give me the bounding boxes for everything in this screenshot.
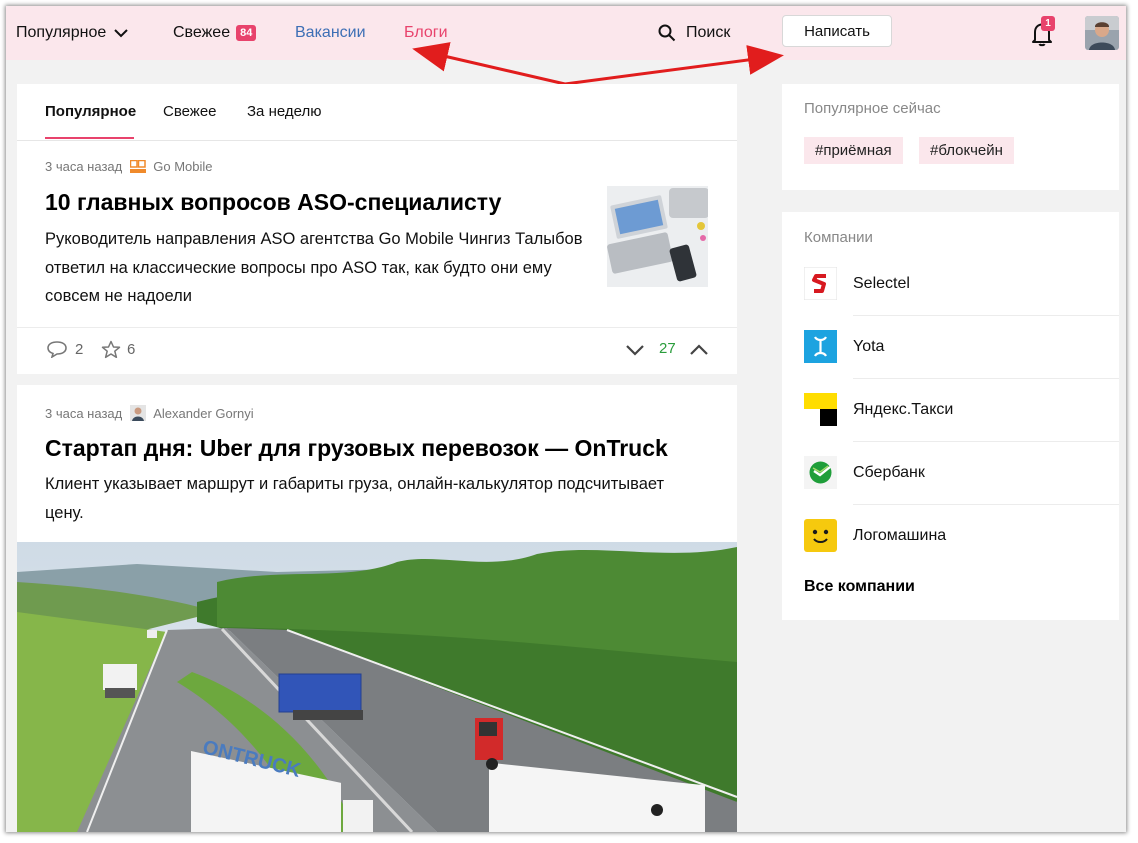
selectel-logo-icon: [804, 267, 837, 300]
comments-button[interactable]: 2: [45, 340, 83, 358]
post-title[interactable]: Стартап дня: Uber для грузовых перевозок…: [45, 435, 668, 462]
company-sberbank[interactable]: Сбербанк: [804, 441, 1119, 504]
all-companies-link[interactable]: Все компании: [804, 578, 915, 596]
popular-now-card: Популярное сейчас #приёмная #блокчейн: [782, 84, 1119, 190]
vacancies-link[interactable]: Вакансии: [295, 6, 366, 60]
search-icon: [658, 24, 676, 42]
feed-card: 3 часа назад Alexander Gornyi Стартап дн…: [17, 385, 737, 832]
sberbank-logo-icon: [804, 456, 837, 489]
tab-fresh[interactable]: Свежее: [163, 103, 217, 120]
favorites-count: 6: [127, 341, 136, 358]
blogs-link[interactable]: Блоги: [404, 6, 448, 60]
post-time[interactable]: 3 часа назад: [45, 406, 122, 421]
tag-blockchain[interactable]: #блокчейн: [919, 137, 1014, 164]
fresh-count-badge: 84: [236, 25, 257, 41]
avatar[interactable]: [1085, 16, 1119, 50]
companies-card: Компании Selectel Yota Яндекс.Такси Сбер…: [782, 212, 1119, 620]
write-button[interactable]: Написать: [782, 15, 892, 47]
app-window: Популярное Свежее 84 Вакансии Блоги Поис…: [6, 6, 1126, 832]
comments-count: 2: [75, 340, 84, 358]
notifications-badge: 1: [1041, 16, 1055, 31]
post-author[interactable]: Alexander Gornyi: [130, 405, 254, 421]
companies-title: Компании: [804, 229, 873, 246]
post-lead: Клиент указывает маршрут и габариты груз…: [45, 475, 665, 522]
yandex-taxi-logo-icon: [804, 393, 837, 426]
go-mobile-logo-icon: [130, 159, 147, 173]
fresh-link-label: Свежее: [173, 24, 231, 41]
post-meta: 3 часа назад Go Mobile: [45, 159, 212, 174]
rating-value: 27: [659, 340, 676, 357]
company-name: Логомашина: [853, 526, 947, 544]
search-button[interactable]: Поиск: [658, 6, 730, 60]
post-meta: 3 часа назад Alexander Gornyi: [45, 405, 254, 421]
top-header: Популярное Свежее 84 Вакансии Блоги Поис…: [6, 6, 1126, 60]
company-yota[interactable]: Yota: [804, 315, 1119, 378]
post-author-name: Go Mobile: [153, 159, 213, 174]
company-name: Yota: [853, 337, 885, 355]
divider: [17, 327, 737, 328]
company-name: Сбербанк: [853, 463, 925, 481]
post-author-name: Alexander Gornyi: [153, 405, 254, 421]
fresh-link[interactable]: Свежее 84: [173, 6, 257, 60]
company-yandex-taxi[interactable]: Яндекс.Такси: [804, 378, 1119, 441]
company-selectel[interactable]: Selectel: [804, 252, 1119, 315]
tab-week[interactable]: За неделю: [247, 103, 321, 120]
feed-card: Популярное Свежее За неделю 3 часа назад…: [17, 84, 737, 374]
post-thumbnail[interactable]: [607, 186, 708, 287]
avatar-image: [1085, 16, 1119, 50]
popular-now-title: Популярное сейчас: [804, 100, 941, 117]
vote-up-icon[interactable]: [689, 343, 709, 357]
company-name: Selectel: [853, 274, 910, 292]
star-icon: [101, 340, 121, 359]
tab-popular[interactable]: Популярное: [45, 103, 136, 120]
post-time[interactable]: 3 часа назад: [45, 159, 122, 174]
author-avatar-icon: [130, 405, 147, 421]
favorites-button[interactable]: 6: [101, 340, 135, 359]
logomashina-logo-icon: [804, 519, 837, 552]
post-title[interactable]: 10 главных вопросов ASO-специалисту: [45, 189, 501, 216]
tag-priemnaya[interactable]: #приёмная: [804, 137, 903, 164]
vote-down-icon[interactable]: [625, 343, 645, 357]
search-label: Поиск: [686, 24, 731, 41]
popular-dropdown[interactable]: Популярное: [16, 6, 128, 60]
feed-tabs: Популярное Свежее За неделю: [17, 84, 737, 141]
popular-dropdown-label: Популярное: [16, 24, 107, 41]
active-tab-indicator: [45, 137, 134, 139]
post-author[interactable]: Go Mobile: [130, 159, 212, 174]
post-photo[interactable]: ONTRUCK: [17, 542, 737, 832]
company-logomashina[interactable]: Логомашина: [804, 504, 1119, 567]
comment-icon: [47, 341, 67, 358]
chevron-down-icon: [114, 29, 128, 38]
company-name: Яндекс.Такси: [853, 400, 954, 418]
yota-logo-icon: [804, 330, 837, 363]
post-lead: Руководитель направления ASO агентства G…: [45, 230, 583, 305]
